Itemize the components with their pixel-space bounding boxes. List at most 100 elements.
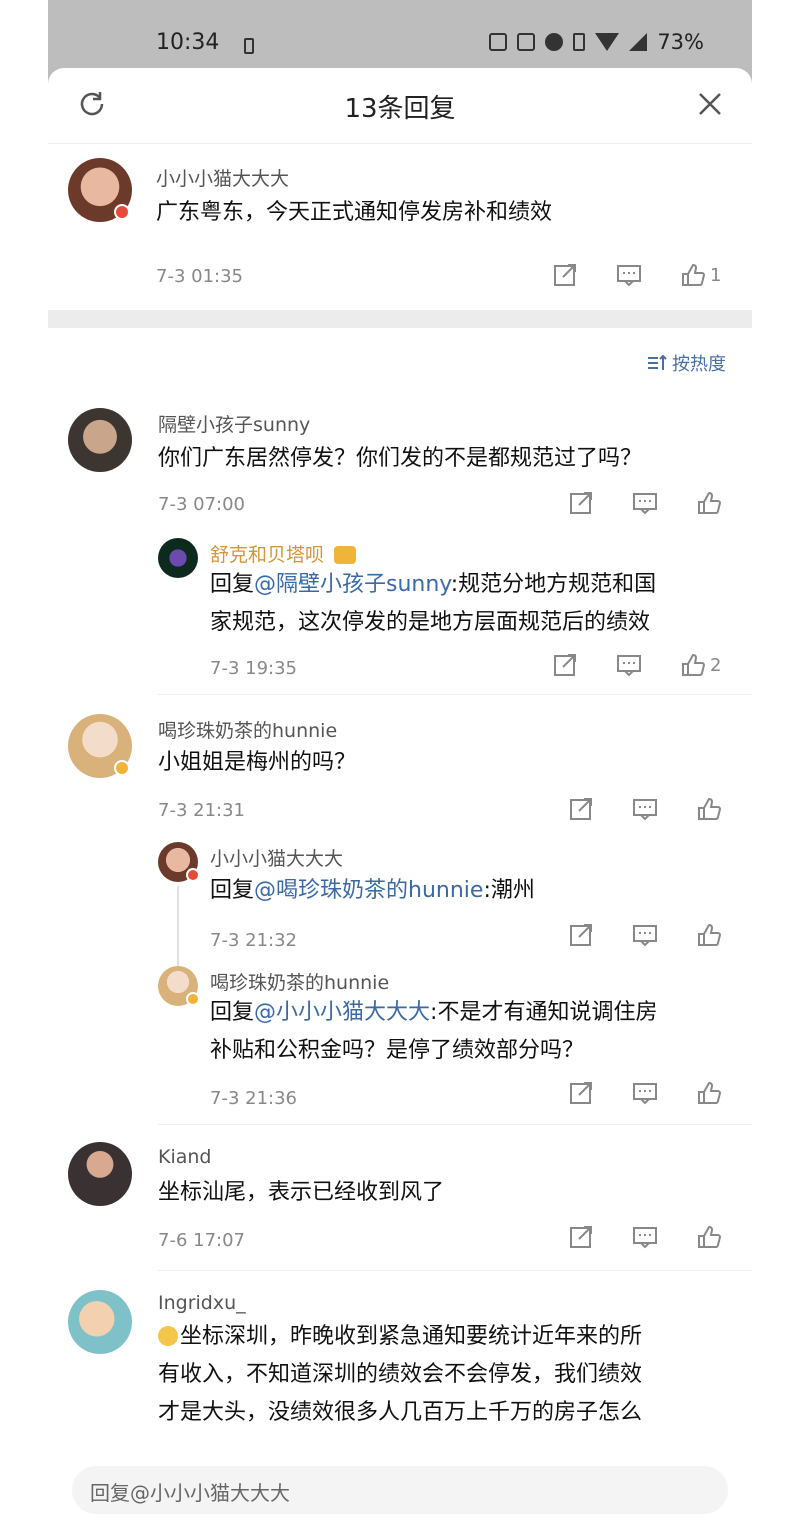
reply-content: 回复@隔壁小孩子sunny:规范分地方规范和国 家规范，这次停发的是地方层面规范… — [210, 572, 657, 635]
original-comment: 小小小猫大大大 广东粤东，今天正式通知停发房补和绩效 7-3 01:35 1 — [48, 144, 752, 310]
comment-icon — [617, 655, 641, 677]
close-icon[interactable] — [696, 90, 724, 118]
share-button[interactable] — [568, 796, 632, 822]
mention-link[interactable]: @喝珍珠奶茶的hunnie — [254, 878, 483, 903]
comment-button[interactable] — [632, 796, 696, 822]
mention-link[interactable]: @隔壁小孩子sunny — [254, 572, 451, 597]
reply-actions — [568, 922, 752, 948]
wifi-icon — [595, 33, 620, 51]
share-button[interactable] — [568, 1080, 632, 1106]
comment-button[interactable] — [632, 1080, 696, 1106]
comment-button[interactable] — [616, 652, 680, 678]
like-button[interactable]: 2 — [680, 652, 744, 678]
status-icons: 73% — [489, 30, 704, 54]
thumbs-up-icon — [698, 1081, 722, 1104]
comment-button[interactable] — [632, 922, 696, 948]
thumbs-up-icon — [698, 491, 722, 514]
share-button[interactable] — [568, 922, 632, 948]
replies-sheet: 13条回复 小小小猫大大大 广东粤东，今天正式通知停发房补和绩效 7-3 01:… — [48, 68, 752, 1525]
verified-badge-icon — [186, 868, 200, 882]
reply-username[interactable]: 小小小猫大大大 — [210, 844, 343, 871]
like-button[interactable] — [696, 922, 752, 948]
comment-actions: 1 — [552, 262, 744, 288]
battery-saver-icon — [244, 38, 254, 54]
vibrate-icon — [573, 33, 586, 51]
verified-badge-icon — [114, 204, 130, 220]
like-button[interactable] — [696, 1080, 752, 1106]
volte-icon — [517, 33, 536, 51]
share-button[interactable] — [568, 490, 632, 516]
share-button[interactable] — [568, 1224, 632, 1250]
divider — [158, 694, 752, 695]
reply-time: 7-3 21:32 — [210, 930, 297, 951]
comment-button[interactable] — [632, 490, 696, 516]
share-icon — [554, 654, 576, 676]
thread-line — [177, 886, 179, 976]
comment-username[interactable]: 喝珍珠奶茶的hunnie — [158, 716, 337, 743]
like-button[interactable] — [696, 490, 752, 516]
mention-link[interactable]: @小小小猫大大大 — [254, 1000, 430, 1025]
sort-button[interactable]: 按热度 — [646, 350, 726, 376]
comment-username[interactable]: 隔壁小孩子sunny — [158, 410, 310, 437]
comment-button[interactable] — [632, 1224, 696, 1250]
comment-content: 广东粤东，今天正式通知停发房补和绩效 — [156, 200, 553, 225]
comment-actions — [568, 796, 752, 822]
avatar[interactable] — [68, 1142, 132, 1206]
comment-icon — [617, 265, 641, 287]
comment-time: 7-3 07:00 — [158, 494, 245, 515]
thumbs-up-icon — [682, 263, 706, 286]
thumbs-up-icon — [682, 653, 706, 676]
avatar[interactable] — [158, 538, 198, 578]
reply-time: 7-3 19:35 — [210, 658, 297, 679]
comment-icon — [633, 925, 657, 947]
reply-actions: 2 — [552, 652, 744, 678]
comment-content: 坐标深圳，昨晚收到紧急通知要统计近年来的所 有收入，不知道深圳的绩效会不会停发，… — [158, 1324, 643, 1425]
avatar[interactable] — [68, 408, 132, 472]
divider — [158, 1124, 752, 1125]
comment-time: 7-3 21:31 — [158, 800, 245, 821]
share-icon — [570, 924, 592, 946]
sort-label: 按热度 — [672, 354, 726, 375]
share-icon — [554, 264, 576, 286]
share-button[interactable] — [552, 652, 616, 678]
like-count: 1 — [710, 264, 722, 286]
comment-content: 你们广东居然停发？你们发的不是都规范过了吗？ — [158, 446, 643, 471]
comment-icon — [633, 493, 657, 515]
like-button[interactable] — [696, 796, 752, 822]
comment-username[interactable]: Kiand — [158, 1146, 211, 1168]
share-button[interactable] — [552, 262, 616, 288]
like-button[interactable]: 1 — [680, 262, 744, 288]
reply-content: 回复@小小小猫大大大:不是才有通知说调住房 补贴和公积金吗？是停了绩效部分吗？ — [210, 1000, 658, 1063]
comment-icon — [633, 1083, 657, 1105]
comment-time: 7-3 01:35 — [156, 266, 243, 287]
verified-badge-icon — [114, 760, 130, 776]
like-button[interactable] — [696, 1224, 752, 1250]
comment-icon — [633, 1227, 657, 1249]
share-icon — [570, 798, 592, 820]
status-time: 10:34 — [156, 30, 220, 55]
reply-input-placeholder: 回复@小小小猫大大大 — [90, 1481, 290, 1505]
reply-input[interactable]: 回复@小小小猫大大大 — [72, 1466, 728, 1514]
divider — [158, 1270, 752, 1271]
dnd-icon — [545, 33, 564, 51]
like-count: 2 — [710, 654, 722, 676]
sheet-title: 13条回复 — [344, 94, 456, 124]
comment-icon — [633, 799, 657, 821]
sheet-header: 13条回复 — [48, 68, 752, 144]
avatar[interactable] — [68, 1290, 132, 1354]
section-divider — [48, 310, 752, 328]
share-icon — [570, 492, 592, 514]
reply-actions — [568, 1080, 752, 1106]
laughing-emoji-icon — [158, 1326, 178, 1346]
battery-percent: 73% — [657, 30, 704, 54]
signal-icon — [629, 33, 648, 51]
share-icon — [570, 1226, 592, 1248]
reply-username[interactable]: 喝珍珠奶茶的hunnie — [210, 968, 389, 995]
comment-username[interactable]: Ingridxu_ — [158, 1292, 246, 1314]
verified-badge-icon — [186, 992, 200, 1006]
thumbs-up-icon — [698, 797, 722, 820]
comment-button[interactable] — [616, 262, 680, 288]
vip-crown-icon — [334, 546, 357, 564]
reply-username[interactable]: 舒克和贝塔呗 — [210, 540, 357, 567]
comment-username[interactable]: 小小小猫大大大 — [156, 164, 289, 191]
